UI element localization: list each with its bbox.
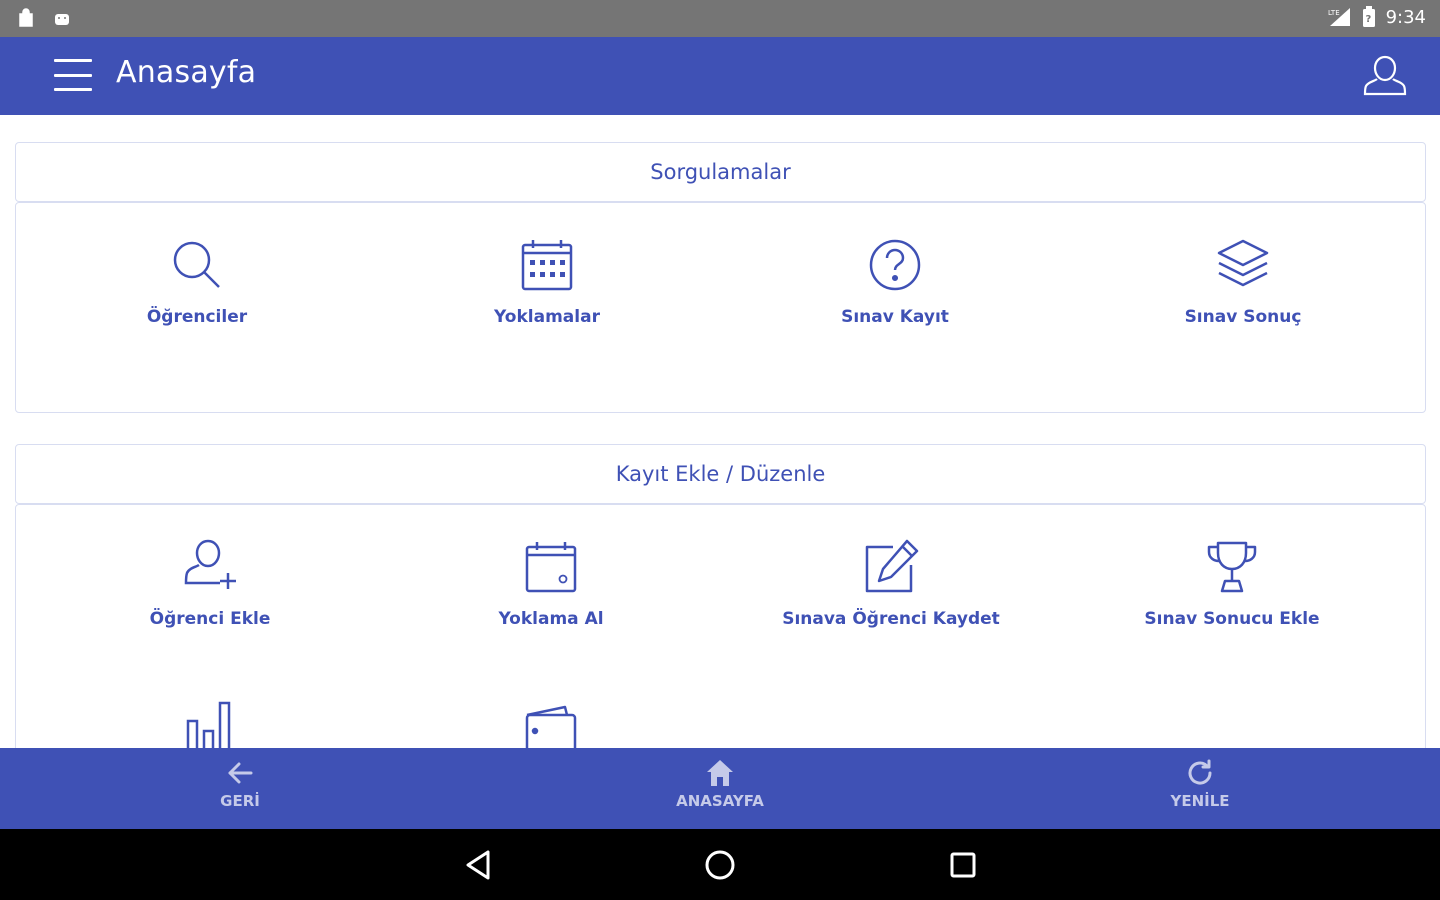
tile-ogrenciler[interactable]: Öğrenciler bbox=[117, 233, 277, 327]
hamburger-menu-icon[interactable] bbox=[52, 55, 94, 95]
arrow-left-icon bbox=[228, 762, 253, 784]
user-add-icon bbox=[178, 535, 242, 599]
tile-label: Sınav Sonuç bbox=[1184, 307, 1302, 327]
signal-icon: LTE bbox=[1328, 8, 1350, 26]
tile-ogrenci-ekle[interactable]: Öğrenci Ekle bbox=[130, 535, 290, 629]
section-header-kayit-ekle: Kayıt Ekle / Düzenle bbox=[15, 444, 1426, 504]
main-content: Sorgulamalar Öğrenciler Yoklamalar Sınav… bbox=[0, 115, 1440, 748]
tile-sinav-sonuc[interactable]: Sınav Sonuç bbox=[1163, 233, 1323, 327]
bottom-navigation: GERİ ANASAYFA YENİLE bbox=[0, 748, 1440, 829]
section-body-kayit-ekle: Öğrenci Ekle Yoklama Al Sınava Öğrenci K… bbox=[15, 504, 1426, 748]
tile-label: Sınav Kayıt bbox=[841, 307, 949, 327]
trophy-icon bbox=[1200, 535, 1264, 599]
nav-back-button[interactable]: GERİ bbox=[160, 758, 320, 810]
system-home-icon[interactable] bbox=[702, 847, 738, 883]
status-notifications bbox=[16, 8, 72, 28]
calendar-icon bbox=[519, 535, 583, 599]
user-icon[interactable] bbox=[1360, 51, 1410, 101]
tile-sinav-sonucu-ekle[interactable]: Sınav Sonucu Ekle bbox=[1132, 535, 1332, 629]
nav-label: YENİLE bbox=[1170, 792, 1230, 810]
tile-odeme[interactable] bbox=[471, 695, 631, 748]
tile-yoklama-al[interactable]: Yoklama Al bbox=[471, 535, 631, 629]
edit-icon bbox=[859, 535, 923, 599]
tile-sinav-kayit[interactable]: Sınav Kayıt bbox=[815, 233, 975, 327]
tile-label: Yoklamalar bbox=[494, 307, 600, 327]
nav-refresh-button[interactable]: YENİLE bbox=[1120, 758, 1280, 810]
refresh-icon bbox=[1188, 759, 1212, 785]
tile-label: Sınav Sonucu Ekle bbox=[1144, 609, 1320, 629]
search-icon bbox=[165, 233, 229, 297]
tile-label: Öğrenciler bbox=[146, 307, 248, 327]
nav-label: GERİ bbox=[220, 792, 260, 810]
tile-rapor[interactable] bbox=[130, 695, 290, 748]
wallet-icon bbox=[519, 695, 583, 748]
notification-bag-icon bbox=[19, 8, 33, 27]
section-body-sorgulamalar: Öğrenciler Yoklamalar Sınav Kayıt Sınav … bbox=[15, 202, 1426, 413]
page-title: Anasayfa bbox=[116, 55, 257, 90]
status-time: 9:34 bbox=[1385, 6, 1426, 28]
layers-icon bbox=[1211, 233, 1275, 297]
svg-text:LTE: LTE bbox=[1328, 9, 1340, 17]
section-title: Sorgulamalar bbox=[650, 160, 791, 184]
section-title: Kayıt Ekle / Düzenle bbox=[615, 462, 826, 486]
system-navigation-bar bbox=[0, 829, 1440, 900]
calendar-grid-icon bbox=[515, 233, 579, 297]
tile-label: Yoklama Al bbox=[498, 609, 604, 629]
app-bar: Anasayfa bbox=[0, 37, 1440, 115]
tile-yoklamalar[interactable]: Yoklamalar bbox=[467, 233, 627, 327]
nav-home-button[interactable]: ANASAYFA bbox=[640, 758, 800, 810]
tile-label: Öğrenci Ekle bbox=[149, 609, 271, 629]
tile-label: Sınava Öğrenci Kaydet bbox=[782, 609, 1000, 629]
battery-icon: ? bbox=[1362, 6, 1375, 27]
nav-label: ANASAYFA bbox=[676, 792, 764, 810]
notification-android-icon bbox=[55, 14, 69, 25]
question-circle-icon bbox=[863, 233, 927, 297]
system-recents-icon[interactable] bbox=[945, 847, 981, 883]
system-back-icon[interactable] bbox=[460, 847, 496, 883]
section-header-sorgulamalar: Sorgulamalar bbox=[15, 142, 1426, 202]
svg-text:?: ? bbox=[1365, 14, 1371, 25]
status-system: LTE ? 9:34 bbox=[1326, 6, 1426, 28]
status-bar: LTE ? 9:34 bbox=[0, 0, 1440, 37]
tile-sinava-ogrenci-kaydet[interactable]: Sınava Öğrenci Kaydet bbox=[782, 535, 1000, 629]
bar-chart-icon bbox=[178, 695, 242, 748]
home-icon bbox=[707, 760, 733, 786]
